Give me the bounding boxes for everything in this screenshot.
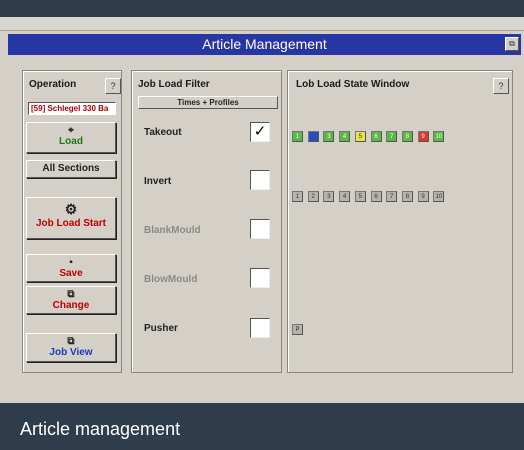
job-load-start-label: Job Load Start (35, 218, 106, 229)
section-number-cell-10[interactable]: 10 (433, 191, 445, 202)
section-number-cell-8[interactable]: 8 (401, 191, 413, 202)
invert-checkbox[interactable] (250, 170, 270, 190)
save-button[interactable]: ▪ Save (26, 254, 116, 282)
filter-label-invert: Invert (144, 176, 172, 187)
section-state-cell-2[interactable]: 2 (307, 131, 319, 142)
section-number-cell-6[interactable]: 6 (370, 191, 382, 202)
screen: Article Management ⧉ Operation ? [59] Sc… (0, 17, 524, 420)
section-state-cell-4[interactable]: 4 (339, 131, 351, 142)
change-label: Change (52, 300, 90, 311)
section-number-cell-7[interactable]: 7 (386, 191, 398, 202)
load-machine-icon: ⚙ (64, 201, 78, 217)
filter-title: Job Load Filter (138, 79, 210, 90)
all-sections-label: All Sections (42, 163, 100, 174)
operation-panel: Operation ? [59] Schlegel 330 Ba ⌖ Load … (22, 70, 122, 373)
job-load-start-button[interactable]: ⚙ Job Load Start (26, 197, 116, 239)
section-state-cell-8[interactable]: 8 (401, 131, 413, 142)
filter-label-blankmould: BlankMould (144, 225, 201, 236)
view-icon: ⧉ (67, 336, 75, 347)
menu-strip (0, 17, 524, 31)
lob-load-state-panel: Lob Load State Window ? 1 2 3 4 5 6 7 8 9 10 1234… (287, 70, 513, 373)
save-label: Save (59, 268, 83, 279)
section-state-cell-10[interactable]: 10 (433, 131, 445, 142)
state-window-help-icon[interactable]: ? (493, 78, 509, 94)
pusher-checkbox[interactable] (250, 318, 270, 338)
section-number-cell-1[interactable]: 1 (292, 191, 303, 202)
section-number-cell-2[interactable]: 2 (307, 191, 319, 202)
restore-icon[interactable]: ⧉ (505, 37, 519, 51)
job-name-field: [59] Schlegel 330 Ba (28, 102, 116, 115)
floppy-icon: ▪ (69, 257, 73, 268)
window-title-bar: Article Management ⧉ (8, 34, 521, 55)
change-button[interactable]: ⧉ Change (26, 286, 116, 314)
pusher-cell[interactable]: P (292, 324, 303, 335)
section-state-cell-9[interactable]: 9 (417, 131, 429, 142)
takeout-checkbox[interactable]: ✓ (250, 122, 270, 142)
state-window-title: Lob Load State Window (296, 79, 410, 90)
filter-label-pusher: Pusher (144, 323, 178, 334)
all-sections-button[interactable]: All Sections (26, 160, 116, 178)
section-number-cell-9[interactable]: 9 (417, 191, 429, 202)
times-profiles-header[interactable]: Times + Profiles (138, 96, 278, 109)
section-state-cell-3[interactable]: 3 (323, 131, 335, 142)
section-state-cell-5[interactable]: 5 (354, 131, 366, 142)
load-label: Load (59, 136, 83, 147)
section-number-cell-5[interactable]: 5 (354, 191, 366, 202)
edit-icon: ⧉ (67, 289, 75, 300)
operation-help-icon[interactable]: ? (105, 78, 121, 94)
load-button[interactable]: ⌖ Load (26, 122, 116, 153)
binoculars-icon: ⌖ (68, 125, 74, 136)
section-state-cell-1[interactable]: 1 (292, 131, 303, 142)
top-bezel (0, 0, 524, 17)
caption: Article management (0, 403, 524, 450)
section-number-cell-3[interactable]: 3 (323, 191, 335, 202)
job-load-filter-panel: Job Load Filter Times + Profiles Takeout… (131, 70, 282, 373)
blowmould-checkbox[interactable] (250, 268, 270, 288)
blankmould-checkbox[interactable] (250, 219, 270, 239)
filter-label-blowmould: BlowMould (144, 274, 198, 285)
section-number-cell-4[interactable]: 4 (339, 191, 351, 202)
section-state-cell-7[interactable]: 7 (386, 131, 398, 142)
section-state-cell-6[interactable]: 6 (370, 131, 382, 142)
job-view-button[interactable]: ⧉ Job View (26, 333, 116, 362)
window-title: Article Management (202, 36, 327, 52)
filter-label-takeout: Takeout (144, 127, 182, 138)
job-view-label: Job View (49, 347, 93, 358)
operation-title: Operation (29, 79, 77, 90)
